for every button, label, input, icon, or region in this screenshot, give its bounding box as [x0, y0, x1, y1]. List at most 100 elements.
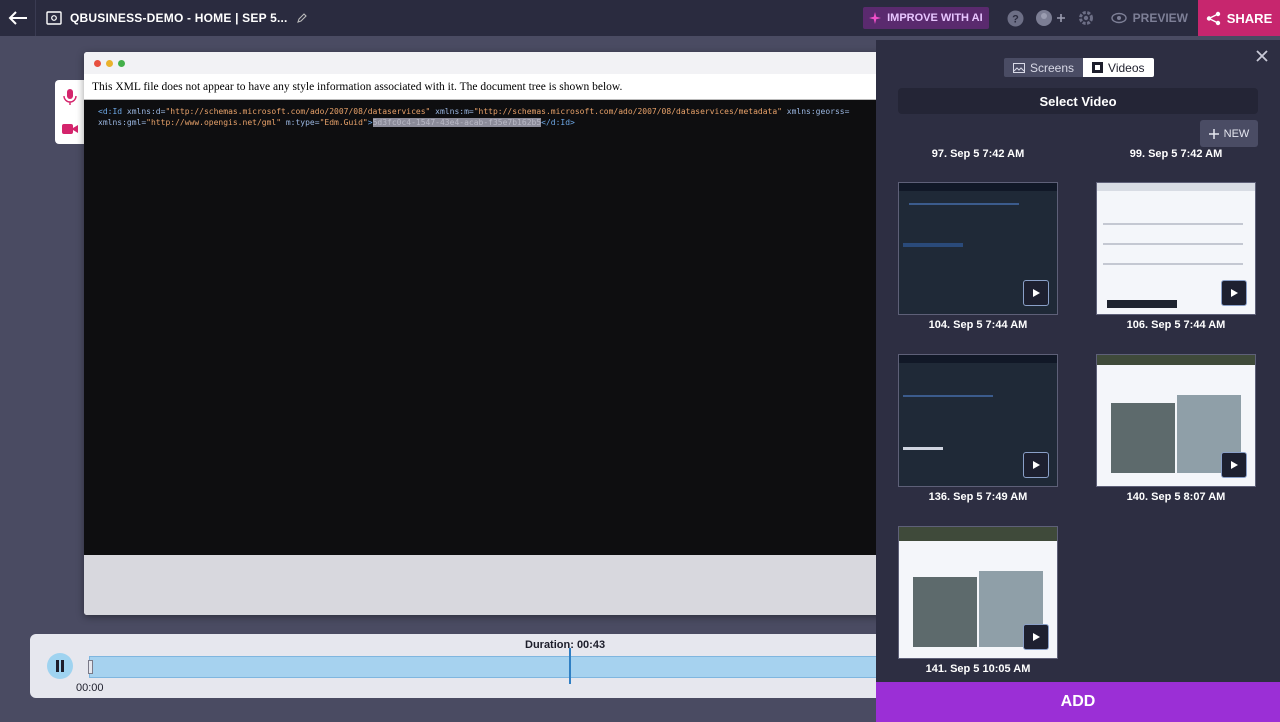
window-maximize-dot	[118, 59, 125, 67]
trim-handle-left[interactable]	[88, 660, 93, 674]
play-icon	[1033, 289, 1040, 297]
browser-footer	[84, 555, 884, 615]
thumb-topbar	[899, 183, 1057, 191]
help-icon: ?	[1007, 10, 1024, 26]
xml-value: "Edm.Guid"	[319, 118, 368, 127]
share-label: SHARE	[1226, 10, 1273, 26]
video-caption: 104. Sep 5 7:44 AM	[928, 319, 1028, 331]
close-icon[interactable]	[1254, 48, 1270, 64]
share-button[interactable]: SHARE	[1198, 0, 1280, 36]
back-button[interactable]	[0, 0, 36, 36]
play-badge	[1023, 624, 1049, 650]
xml-value: "http://www.opengis.net/gml"	[146, 118, 282, 127]
thumb-topbar	[1097, 183, 1255, 191]
media-type-toggle: Screens Videos	[1004, 58, 1154, 77]
xml-style-notice: This XML file does not appear to have an…	[84, 74, 884, 100]
recorded-browser-window: This XML file does not appear to have an…	[84, 52, 884, 615]
screen-icon	[46, 11, 62, 25]
thumb-photo	[1111, 403, 1175, 473]
xml-tag: <d:Id	[98, 107, 123, 116]
avatar-add-icon	[1035, 10, 1065, 26]
arrow-left-icon	[8, 11, 27, 25]
xml-tag: </d:Id>	[541, 118, 575, 127]
page-title-area: QBUSINESS-DEMO - HOME | SEP 5...	[36, 0, 308, 36]
preview-label: PREVIEW	[1132, 11, 1188, 25]
selected-guid-text: 5d3fc0c4-1547-43e4-acab-f35e7b162b5	[372, 118, 542, 127]
recording-tool-rail	[55, 80, 85, 144]
video-caption: 140. Sep 5 8:07 AM	[1126, 491, 1226, 503]
thumb-topbar	[899, 355, 1057, 363]
xml-attr: m:type=	[281, 118, 320, 127]
thumb-photo	[913, 577, 977, 647]
edit-pencil-icon[interactable]	[296, 12, 308, 24]
add-button[interactable]: ADD	[876, 682, 1280, 722]
play-icon	[1033, 461, 1040, 469]
settings-button[interactable]	[1071, 0, 1101, 36]
tab-videos[interactable]: Videos	[1083, 58, 1154, 77]
duration-label: Duration: 00:43	[525, 639, 606, 651]
microphone-icon[interactable]	[62, 88, 78, 106]
select-video-header: Select Video	[898, 88, 1258, 114]
play-icon	[1033, 633, 1040, 641]
top-bar: QBUSINESS-DEMO - HOME | SEP 5... IMPROVE…	[0, 0, 1280, 36]
video-thumbnail[interactable]	[1096, 354, 1256, 487]
help-button[interactable]: ?	[1001, 0, 1031, 36]
pause-icon	[56, 660, 64, 672]
video-select-panel: Screens Videos Select Video NEW 97. Sep …	[876, 40, 1280, 722]
xml-attr: xmlns:d=	[122, 107, 166, 116]
timeline-track[interactable]	[88, 656, 880, 678]
xml-attr: xmlns:georss=	[781, 107, 850, 116]
thumb-content-line	[1103, 223, 1243, 225]
playhead[interactable]	[569, 648, 571, 684]
thumb-content-line	[1103, 263, 1243, 265]
window-minimize-dot	[106, 59, 113, 67]
play-badge	[1221, 280, 1247, 306]
film-icon	[1092, 62, 1104, 73]
tab-screens[interactable]: Screens	[1004, 58, 1084, 77]
browser-chrome	[84, 52, 884, 74]
video-thumbnail[interactable]	[898, 526, 1058, 659]
video-camera-icon[interactable]	[61, 121, 79, 137]
play-icon	[1231, 461, 1238, 469]
video-thumbnail[interactable]	[1096, 182, 1256, 315]
page-title: QBUSINESS-DEMO - HOME | SEP 5...	[70, 11, 288, 25]
play-badge	[1023, 452, 1049, 478]
xml-value: "http://schemas.microsoft.com/ado/2007/0…	[165, 107, 431, 116]
tab-videos-label: Videos	[1108, 60, 1145, 75]
play-badge	[1221, 452, 1247, 478]
thumb-content-line	[909, 203, 1019, 205]
start-time-label: 00:00	[76, 682, 104, 694]
thumb-topbar	[899, 527, 1057, 541]
thumb-topbar	[1097, 355, 1255, 365]
thumb-content-line	[903, 395, 993, 397]
video-caption: 141. Sep 5 10:05 AM	[925, 663, 1031, 675]
new-label: NEW	[1223, 127, 1250, 140]
collaborators-button[interactable]	[1031, 0, 1071, 36]
play-badge	[1023, 280, 1049, 306]
tab-screens-label: Screens	[1030, 60, 1075, 75]
xml-document-tree: <d:Id xmlns:d="http://schemas.microsoft.…	[84, 100, 884, 555]
topbar-actions: IMPROVE WITH AI ? PREVIEW SHARE	[863, 0, 1280, 36]
share-icon	[1206, 11, 1220, 25]
eye-icon	[1110, 12, 1127, 24]
improve-label: IMPROVE WITH AI	[887, 12, 983, 24]
video-thumbnail[interactable]	[898, 354, 1058, 487]
video-thumbnail[interactable]	[898, 182, 1058, 315]
improve-with-ai-button[interactable]: IMPROVE WITH AI	[863, 7, 989, 29]
svg-text:?: ?	[1012, 13, 1019, 25]
thumb-tooltip	[1107, 300, 1177, 308]
thumb-content-line	[903, 243, 963, 247]
xml-line: <d:Id xmlns:d="http://schemas.microsoft.…	[98, 106, 870, 117]
preview-button[interactable]: PREVIEW	[1101, 0, 1198, 36]
xml-attr: xmlns:gml=	[98, 118, 147, 127]
gear-icon	[1078, 11, 1093, 25]
video-timeline: Duration: 00:43 00:00	[30, 634, 880, 698]
plus-icon	[1208, 128, 1219, 139]
xml-attr: xmlns:m=	[430, 107, 474, 116]
new-video-button[interactable]: NEW	[1200, 120, 1258, 147]
video-caption: 97. Sep 5 7:42 AM	[931, 148, 1025, 160]
window-close-dot	[94, 59, 101, 67]
xml-tag: >	[367, 118, 373, 127]
pause-button[interactable]	[47, 653, 73, 679]
image-icon	[1013, 62, 1025, 73]
